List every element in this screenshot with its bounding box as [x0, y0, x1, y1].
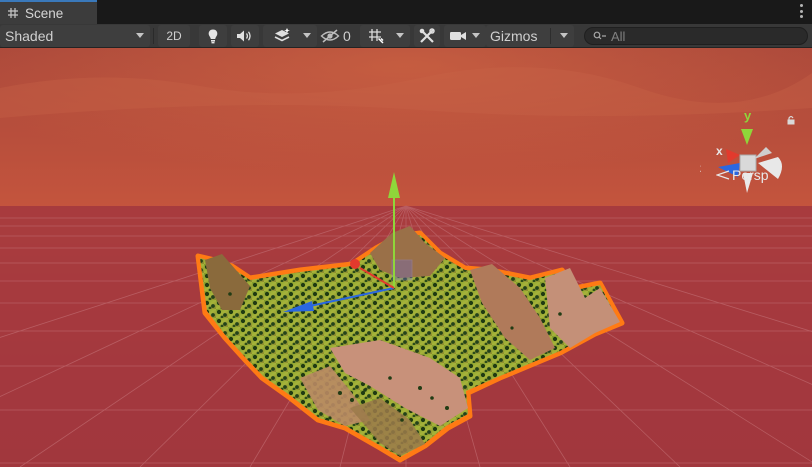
grid-snap-icon [369, 29, 384, 44]
gizmo-neg-z-cone[interactable] [754, 147, 772, 159]
effects-layers-icon [274, 28, 290, 42]
effects-dropdown[interactable] [263, 25, 317, 47]
chevron-down-icon [560, 33, 568, 38]
gizmo-y-cone[interactable] [741, 129, 753, 145]
speaker-icon [237, 30, 251, 42]
camera-settings-dropdown[interactable] [444, 25, 486, 47]
chevron-down-icon [396, 33, 404, 38]
search-icon [593, 31, 606, 40]
gizmo-y-label: y [744, 108, 752, 123]
audio-toggle-button[interactable] [231, 25, 259, 47]
hidden-objects-toggle[interactable]: 0 [317, 25, 357, 47]
search-field[interactable] [584, 27, 808, 45]
gizmos-label: Gizmos [490, 28, 538, 44]
chevron-down-icon [472, 33, 480, 38]
chevron-down-icon [303, 33, 311, 38]
grid-snap-dropdown[interactable] [360, 25, 410, 47]
scene-toolbar: Shaded 2D 0 Gizmos All [0, 24, 812, 48]
orientation-gizmo[interactable]: y x z [700, 103, 800, 213]
projection-label: Persp [732, 167, 769, 183]
gizmos-divider [550, 28, 551, 44]
lock-icon[interactable] [786, 115, 796, 125]
lighting-toggle-button[interactable] [199, 25, 227, 47]
chevron-down-icon [136, 33, 144, 38]
grid-hash-icon [8, 8, 18, 18]
hidden-count: 0 [343, 28, 351, 44]
tab-scene[interactable]: Scene [0, 0, 97, 24]
wrench-screwdriver-icon [419, 28, 435, 43]
draw-mode-label: Shaded [5, 28, 54, 44]
camera-icon [450, 32, 466, 40]
tab-bar: Scene [0, 0, 812, 24]
kebab-menu-icon[interactable] [799, 4, 803, 18]
tools-toggle-button[interactable] [414, 25, 440, 47]
gizmos-dropdown[interactable]: Gizmos [486, 25, 574, 47]
gizmo-x-cone[interactable] [726, 149, 740, 163]
draw-mode-dropdown[interactable]: Shaded [0, 25, 150, 47]
tab-scene-label: Scene [25, 5, 64, 21]
axis-x-arrow[interactable] [350, 259, 360, 269]
gizmo-z-label: z [700, 161, 701, 175]
lightbulb-icon [208, 29, 218, 44]
toggle-2d-button[interactable]: 2D [158, 25, 190, 47]
perspective-icon [716, 170, 730, 180]
gizmo-x-label: x [716, 144, 723, 158]
projection-toggle[interactable]: Persp [716, 167, 769, 183]
scene-viewport[interactable]: y x z Persp [0, 48, 812, 467]
toolbar-divider [153, 28, 154, 44]
eye-slash-icon [320, 29, 340, 43]
scene-render[interactable] [0, 48, 812, 467]
search-input[interactable] [611, 28, 801, 44]
